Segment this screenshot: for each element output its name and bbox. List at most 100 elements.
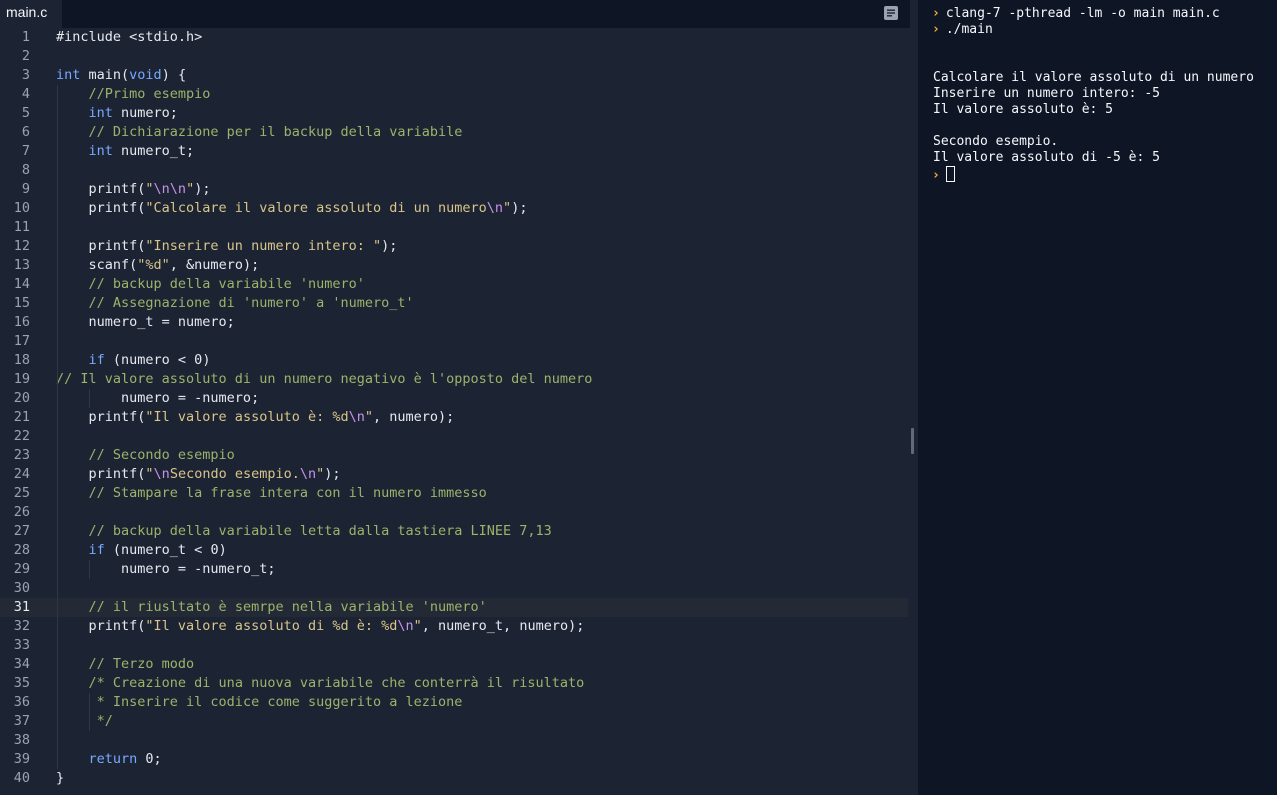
code-line[interactable]: 27 // backup della variabile letta dalla… [0,522,908,541]
console-pane[interactable]: › clang-7 -pthread -lm -o main main.c › ./m… [918,0,1277,795]
code-line[interactable]: 28 if (numero_t < 0) [0,541,908,560]
code-line[interactable]: 34 // Terzo modo [0,655,908,674]
code-token: if [88,352,105,368]
code-line[interactable]: 2 [0,47,908,66]
code-text: // Terzo modo [56,655,195,674]
code-line[interactable]: 40} [0,769,908,788]
code-line[interactable]: 16 numero_t = numero; [0,313,908,332]
line-number: 33 [13,637,30,653]
line-number: 25 [13,485,30,501]
code-line[interactable]: 23 // Secondo esempio [0,446,908,465]
code-line[interactable]: 3 int main(void) { [0,66,908,85]
code-line[interactable]: 17 [0,332,908,351]
tab-main-c[interactable]: main.c [0,0,62,28]
format-button[interactable] [880,2,902,24]
code-line[interactable]: 11 [0,218,908,237]
console-line: Il valore assoluto di -5 è: 5 [933,150,1160,166]
code-token: printf( [56,200,146,216]
code-token: main( [80,67,130,83]
code-line[interactable]: 38 [0,731,908,750]
code-token: " [145,466,154,482]
code-line[interactable]: 39 return 0; [0,750,908,769]
code-line[interactable]: 33 [0,636,908,655]
code-line[interactable]: 5 int numero; [0,104,908,123]
indent-guide [57,85,58,769]
line-number: 14 [13,276,30,292]
code-line[interactable]: 6 // Dichiarazione per il backup della v… [0,123,908,142]
code-line[interactable]: 14 // backup della variabile 'numero' [0,275,908,294]
code-line[interactable]: 10 printf("Calcolare il valore assoluto … [0,199,908,218]
code-token: , &numero); [169,257,260,273]
line-number: 35 [13,675,30,691]
code-line[interactable]: 1 #include <stdio.h> [0,28,908,47]
code-token: \n [486,200,504,216]
code-line[interactable]: 19 // Il valore assoluto di un numero neg… [0,370,908,389]
line-number: 38 [13,732,30,748]
code-line[interactable]: 26 [0,503,908,522]
code-text: /* Creazione di una nuova variabile che … [56,674,585,693]
prompt-chevron-icon: › [932,168,940,183]
line-number: 32 [13,618,30,634]
code-token: numero = -numero; [56,390,260,406]
code-line[interactable]: 22 [0,427,908,446]
code-line[interactable]: 13 scanf("%d", &numero); [0,256,908,275]
code-line[interactable]: 25 // Stampare la frase intera con il nu… [0,484,908,503]
code-token: 0; [137,751,162,767]
line-number: 15 [13,295,30,311]
code-line[interactable]: 32 printf("Il valore assoluto di %d è: %… [0,617,908,636]
code-line[interactable]: 12 printf("Inserire un numero intero: ")… [0,237,908,256]
line-number: 24 [13,466,30,482]
code-line[interactable]: 4 //Primo esempio [0,85,908,104]
code-line[interactable]: 15 // Assegnazione di 'numero' a 'numero… [0,294,908,313]
code-line[interactable]: 18 if (numero < 0) [0,351,908,370]
code-line[interactable]: 35 /* Creazione di una nuova variabile c… [0,674,908,693]
code-line[interactable]: 37 */ [0,712,908,731]
code-editor-pane[interactable]: main.c 1 #include <stdio.h> 2 3 int main(voi… [0,0,910,795]
code-text: // backup della variabile 'numero' [56,275,365,294]
code-line[interactable]: 30 [0,579,908,598]
code-line[interactable]: 24 printf("\nSecondo esempio.\n"); [0,465,908,484]
code-text: // Secondo esempio [56,446,235,465]
line-number: 2 [21,48,30,64]
line-number: 9 [21,181,30,197]
code-area[interactable]: 1 #include <stdio.h> 2 3 int main(void) {4 /… [0,28,910,795]
indent-guide [89,560,90,579]
code-line[interactable]: 31 // il riusltato è semrpe nella variab… [0,598,908,617]
code-token: ) { [161,67,187,83]
code-token: // Stampare la frase intera con il numer… [88,485,487,501]
terminal-cursor[interactable] [945,166,955,182]
code-token: " [503,200,512,216]
code-line[interactable]: 29 numero = -numero_t; [0,560,908,579]
code-text: printf("Il valore assoluto è: %d\n", num… [56,408,455,427]
pane-resize-handle[interactable] [911,428,914,454]
code-token: (numero < 0) [104,352,211,368]
line-number: 37 [13,713,30,729]
code-line[interactable]: 9 printf("\n\n"); [0,180,908,199]
code-line[interactable]: 21 printf("Il valore assoluto è: %d\n", … [0,408,908,427]
code-token: printf( [56,409,146,425]
console-line: Il valore assoluto è: 5 [933,102,1113,118]
code-text: printf("\n\n"); [56,180,211,199]
code-line[interactable]: 36 * Inserire il codice come suggerito a… [0,693,908,712]
code-text: printf("\nSecondo esempio.\n"); [56,465,341,484]
console-line: › [932,166,955,183]
code-text: return 0; [56,750,162,769]
code-token: "Il valore assoluto è: %d [145,409,349,425]
code-token: * Inserire il codice come suggerito a le… [96,694,463,710]
code-line[interactable]: 8 [0,161,908,180]
code-token: numero; [112,105,178,121]
editor-scrollbar[interactable] [910,0,918,795]
console-text: ./main [945,22,993,37]
code-token: //Primo esempio [88,86,211,102]
line-number: 17 [13,333,30,349]
code-token: printf( [56,618,146,634]
code-line[interactable]: 20 numero = -numero; [0,389,908,408]
code-line[interactable]: 7 int numero_t; [0,142,908,161]
